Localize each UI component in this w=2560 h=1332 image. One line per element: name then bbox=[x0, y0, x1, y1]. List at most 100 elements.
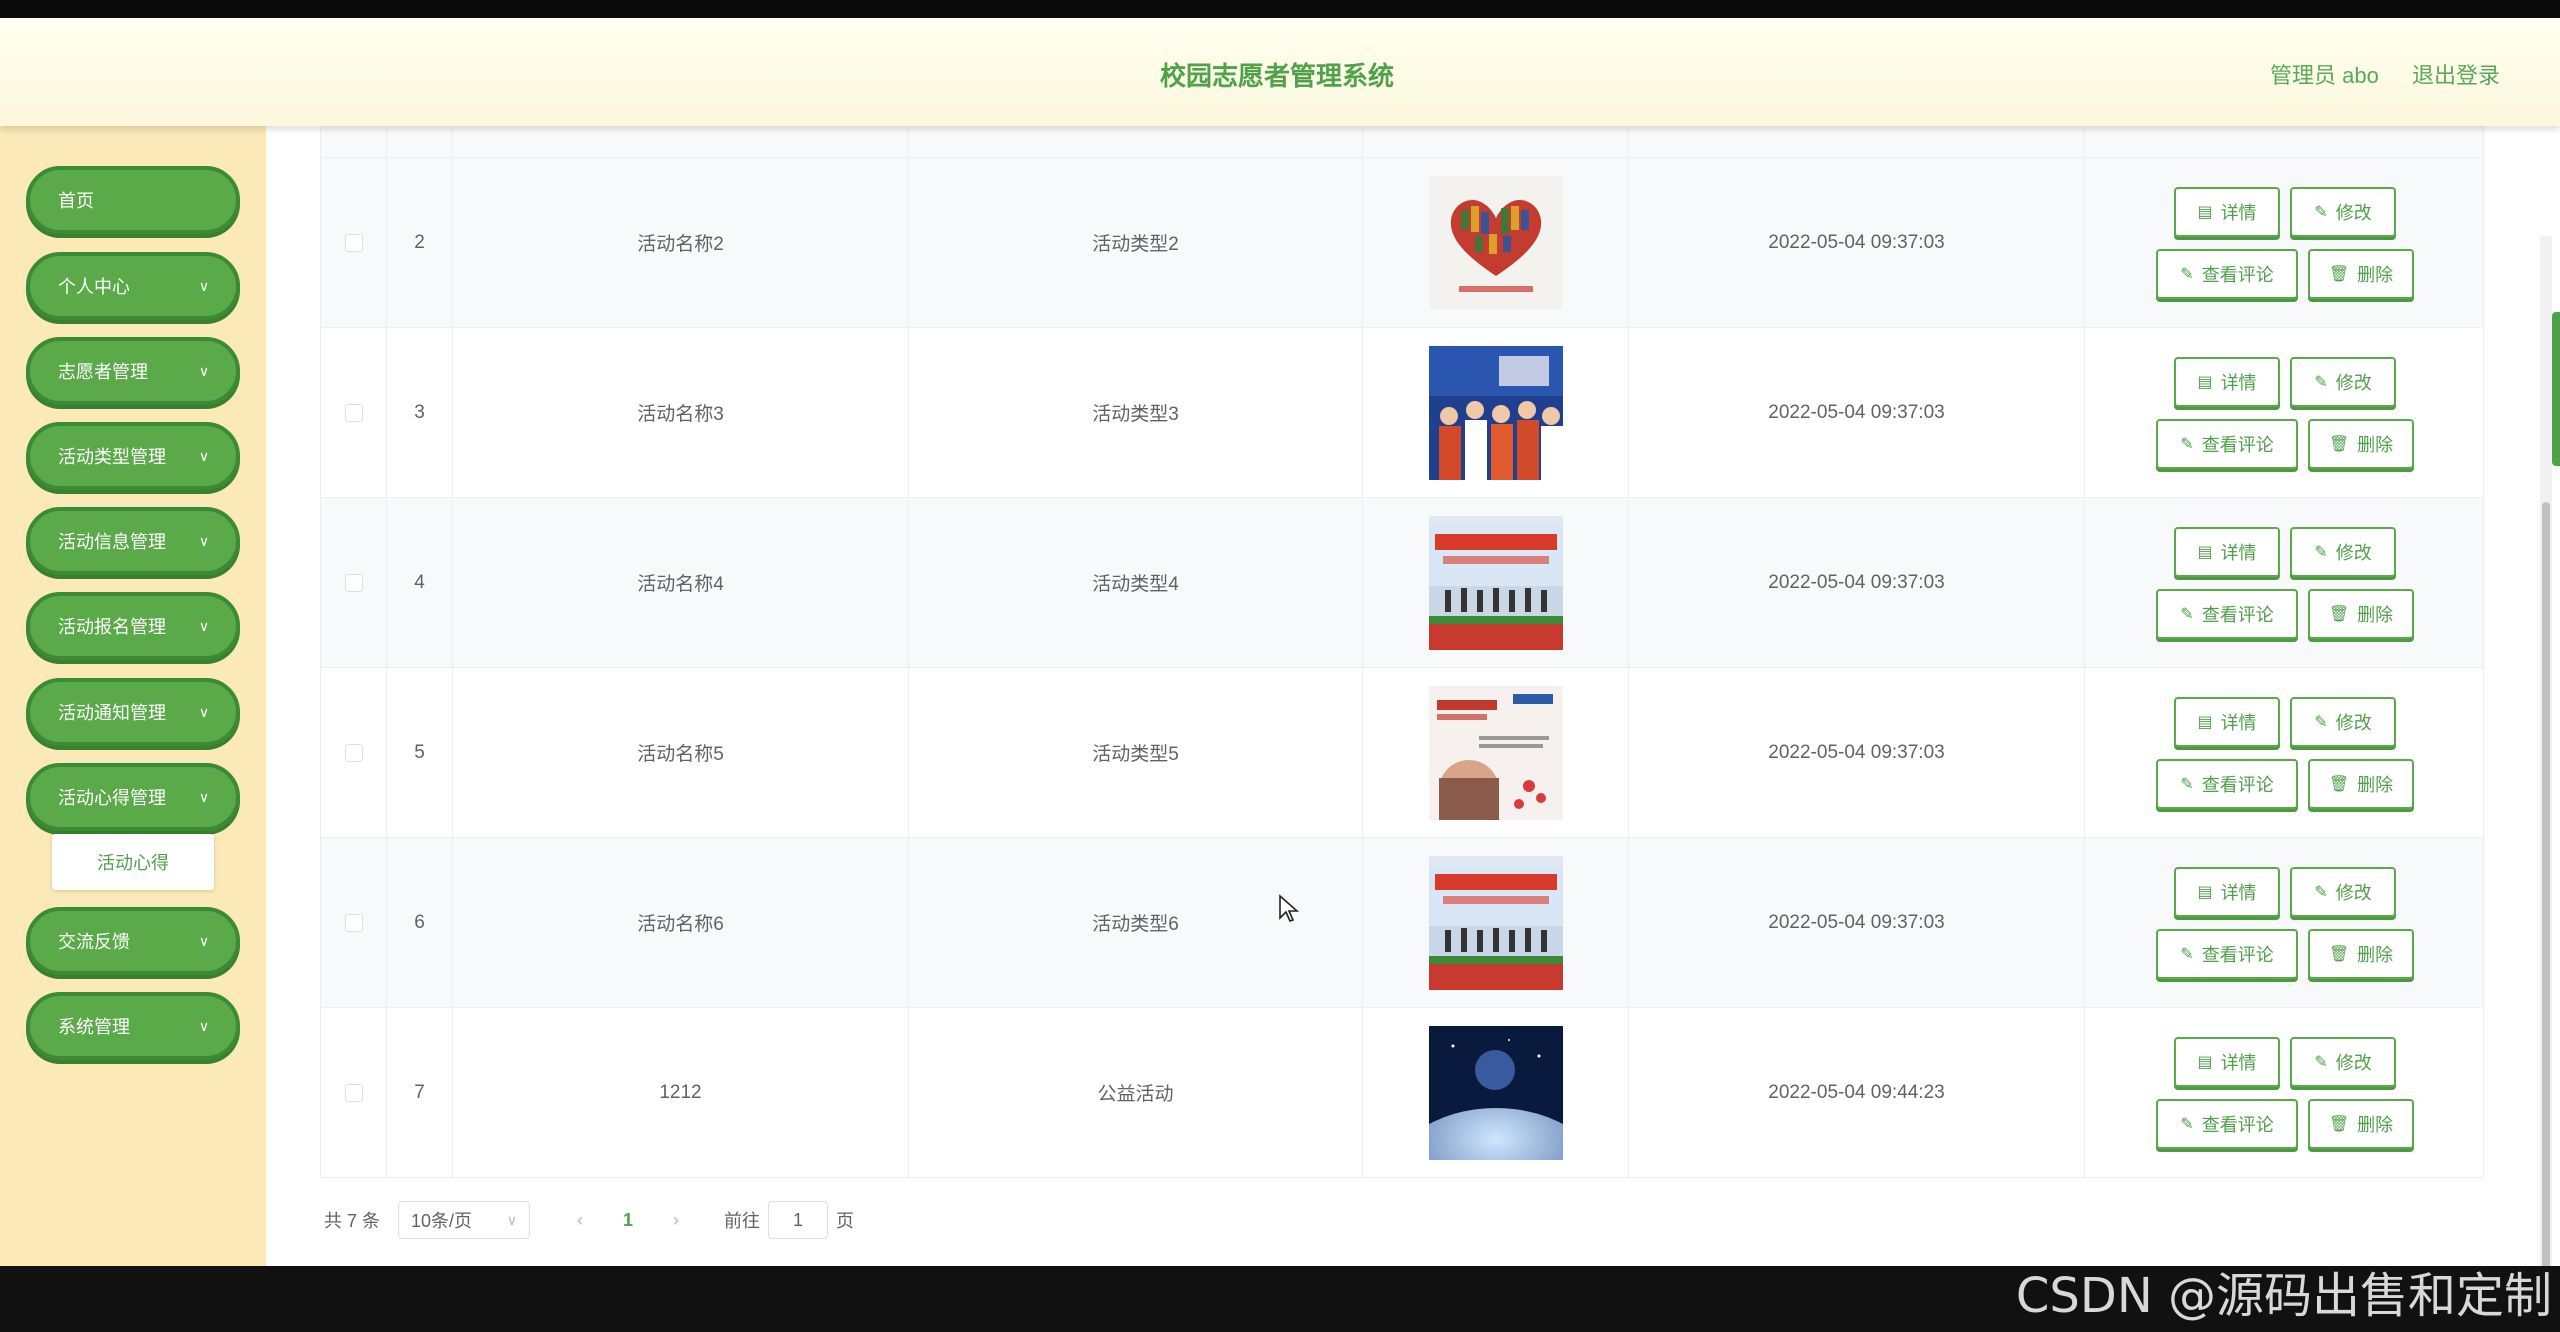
view-comments-button[interactable]: ✎ 查看评论 bbox=[2156, 248, 2298, 299]
page-size-value: 10条/页 bbox=[411, 1211, 473, 1231]
row-checkbox[interactable] bbox=[344, 913, 363, 932]
edit-icon: ✎ bbox=[2180, 945, 2194, 963]
activity-type: 活动类型4 bbox=[909, 498, 1363, 667]
sidebar-item-notices[interactable]: 活动通知管理 ∨ bbox=[26, 678, 240, 746]
sidebar-item-experiences[interactable]: 活动心得管理 ∨ bbox=[26, 763, 240, 831]
detail-button[interactable]: ▤ 详情 bbox=[2174, 1036, 2280, 1087]
view-comments-button[interactable]: ✎ 查看评论 bbox=[2156, 588, 2298, 639]
sidebar-item-system[interactable]: 系统管理 ∨ bbox=[26, 992, 240, 1060]
total-count: 共 7 条 bbox=[324, 1211, 381, 1231]
goto-page-input[interactable] bbox=[768, 1201, 829, 1239]
goto-label: 前往 bbox=[724, 1211, 761, 1231]
detail-button[interactable]: ▤ 详情 bbox=[2174, 696, 2280, 747]
view-comments-label: 查看评论 bbox=[2201, 1114, 2274, 1135]
detail-button[interactable]: ▤ 详情 bbox=[2174, 186, 2280, 237]
sidebar-item-profile[interactable]: 个人中心 ∨ bbox=[26, 252, 240, 320]
row-actions: ▤ 详情 ✎ 修改 ✎ 查看评论 🗑 删除 bbox=[2085, 1008, 2483, 1177]
sidebar-item-volunteers[interactable]: 志愿者管理 ∨ bbox=[26, 337, 240, 405]
edit-button[interactable]: ✎ 修改 bbox=[2290, 696, 2396, 747]
delete-button[interactable]: 🗑 删除 bbox=[2308, 758, 2414, 809]
page-title: 校园志愿者管理系统 bbox=[1160, 61, 1395, 91]
sidebar-item-label: 活动报名管理 bbox=[58, 617, 166, 637]
edit-label: 修改 bbox=[2335, 372, 2372, 393]
poster-image bbox=[1428, 685, 1563, 820]
row-checkbox[interactable] bbox=[344, 573, 363, 592]
row-checkbox[interactable] bbox=[344, 403, 363, 422]
sidebar-item-label: 活动通知管理 bbox=[58, 703, 166, 723]
scrollbar[interactable] bbox=[2540, 236, 2552, 1266]
table-row: 2 活动名称2 活动类型2 2022-05-04 09:37:03 ▤ 详情 ✎ 修改 ✎ 查看… bbox=[321, 158, 2483, 328]
sidebar-item-home[interactable]: 首页 bbox=[26, 166, 240, 234]
edit-button[interactable]: ✎ 修改 bbox=[2290, 1036, 2396, 1087]
view-comments-button[interactable]: ✎ 查看评论 bbox=[2156, 418, 2298, 469]
activity-type: 活动类型5 bbox=[909, 668, 1363, 837]
screen-top-bar bbox=[0, 0, 2560, 18]
edit-icon: ✎ bbox=[2180, 435, 2194, 453]
row-actions: ▤ 详情 ✎ 修改 ✎ 查看评论 🗑 删除 bbox=[2085, 668, 2483, 837]
sidebar-item-activity-info[interactable]: 活动信息管理 ∨ bbox=[26, 507, 240, 575]
document-icon: ▤ bbox=[2197, 883, 2213, 901]
activity-name: 活动名称4 bbox=[453, 498, 909, 667]
page-number[interactable]: 1 bbox=[600, 1210, 656, 1231]
page-size-select[interactable]: 10条/页 ∨ bbox=[398, 1201, 531, 1239]
table-row: 3 活动名称3 活动类型3 2022-05-04 09:37:03 ▤ 详情 ✎ 修改 ✎ 查看… bbox=[321, 328, 2483, 498]
edit-label: 修改 bbox=[2335, 542, 2372, 563]
delete-button[interactable]: 🗑 删除 bbox=[2308, 928, 2414, 979]
row-checkbox[interactable] bbox=[344, 1083, 363, 1102]
data-table: 2 活动名称2 活动类型2 2022-05-04 09:37:03 ▤ 详情 ✎ 修改 ✎ 查看… bbox=[320, 126, 2484, 1178]
next-page-icon[interactable]: › bbox=[656, 1210, 696, 1231]
side-tab[interactable] bbox=[2552, 312, 2560, 466]
activity-image-cell bbox=[1363, 158, 1629, 327]
row-select-cell bbox=[321, 838, 387, 1007]
app-window: 校园志愿者管理系统 管理员 abo 退出登录 首页 个人中心 ∨ 志愿者管理 ∨… bbox=[0, 18, 2560, 1266]
delete-button[interactable]: 🗑 删除 bbox=[2308, 588, 2414, 639]
row-index: 4 bbox=[387, 498, 453, 667]
chevron-down-icon: ∨ bbox=[506, 1211, 518, 1228]
view-comments-button[interactable]: ✎ 查看评论 bbox=[2156, 1098, 2298, 1149]
publish-time: 2022-05-04 09:37:03 bbox=[1629, 838, 2085, 1007]
edit-button[interactable]: ✎ 修改 bbox=[2290, 186, 2396, 237]
logout-link[interactable]: 退出登录 bbox=[2412, 58, 2500, 90]
detail-button[interactable]: ▤ 详情 bbox=[2174, 356, 2280, 407]
delete-button[interactable]: 🗑 删除 bbox=[2308, 418, 2414, 469]
table-row-partial bbox=[321, 126, 2483, 158]
watermark: CSDN @源码出售和定制 bbox=[2015, 1268, 2552, 1324]
edit-icon: ✎ bbox=[2314, 1053, 2328, 1071]
row-checkbox[interactable] bbox=[344, 233, 363, 252]
sidebar-item-label: 交流反馈 bbox=[58, 932, 130, 952]
edit-button[interactable]: ✎ 修改 bbox=[2290, 526, 2396, 577]
activity-type: 公益活动 bbox=[909, 1008, 1363, 1177]
sidebar-subitem-experiences[interactable]: 活动心得 bbox=[52, 834, 214, 890]
edit-icon: ✎ bbox=[2314, 543, 2328, 561]
delete-label: 删除 bbox=[2357, 1114, 2394, 1135]
space-image bbox=[1428, 1025, 1563, 1160]
row-index: 7 bbox=[387, 1008, 453, 1177]
delete-button[interactable]: 🗑 删除 bbox=[2308, 1098, 2414, 1149]
sidebar-item-registration[interactable]: 活动报名管理 ∨ bbox=[26, 592, 240, 660]
chevron-down-icon: ∨ bbox=[198, 932, 210, 949]
edit-button[interactable]: ✎ 修改 bbox=[2290, 356, 2396, 407]
sidebar-item-feedback[interactable]: 交流反馈 ∨ bbox=[26, 907, 240, 975]
row-select-cell bbox=[321, 498, 387, 667]
view-comments-label: 查看评论 bbox=[2201, 434, 2274, 455]
row-select-cell bbox=[321, 1008, 387, 1177]
row-actions: ▤ 详情 ✎ 修改 ✎ 查看评论 🗑 删除 bbox=[2085, 158, 2483, 327]
trash-icon: 🗑 bbox=[2328, 265, 2350, 283]
row-checkbox[interactable] bbox=[344, 743, 363, 762]
detail-button[interactable]: ▤ 详情 bbox=[2174, 866, 2280, 917]
delete-label: 删除 bbox=[2357, 604, 2394, 625]
row-select-cell bbox=[321, 328, 387, 497]
scrollbar-thumb[interactable] bbox=[2542, 502, 2550, 1266]
detail-label: 详情 bbox=[2220, 542, 2257, 563]
delete-button[interactable]: 🗑 删除 bbox=[2308, 248, 2414, 299]
detail-label: 详情 bbox=[2220, 882, 2257, 903]
edit-button[interactable]: ✎ 修改 bbox=[2290, 866, 2396, 917]
sidebar-item-activity-types[interactable]: 活动类型管理 ∨ bbox=[26, 422, 240, 490]
pagination: 共 7 条 10条/页 ∨ ‹ 1 › 前往 页 bbox=[324, 1200, 854, 1240]
activity-type: 活动类型3 bbox=[909, 328, 1363, 497]
view-comments-button[interactable]: ✎ 查看评论 bbox=[2156, 758, 2298, 809]
activity-image-cell bbox=[1363, 498, 1629, 667]
detail-button[interactable]: ▤ 详情 bbox=[2174, 526, 2280, 577]
prev-page-icon[interactable]: ‹ bbox=[560, 1210, 600, 1231]
view-comments-button[interactable]: ✎ 查看评论 bbox=[2156, 928, 2298, 979]
